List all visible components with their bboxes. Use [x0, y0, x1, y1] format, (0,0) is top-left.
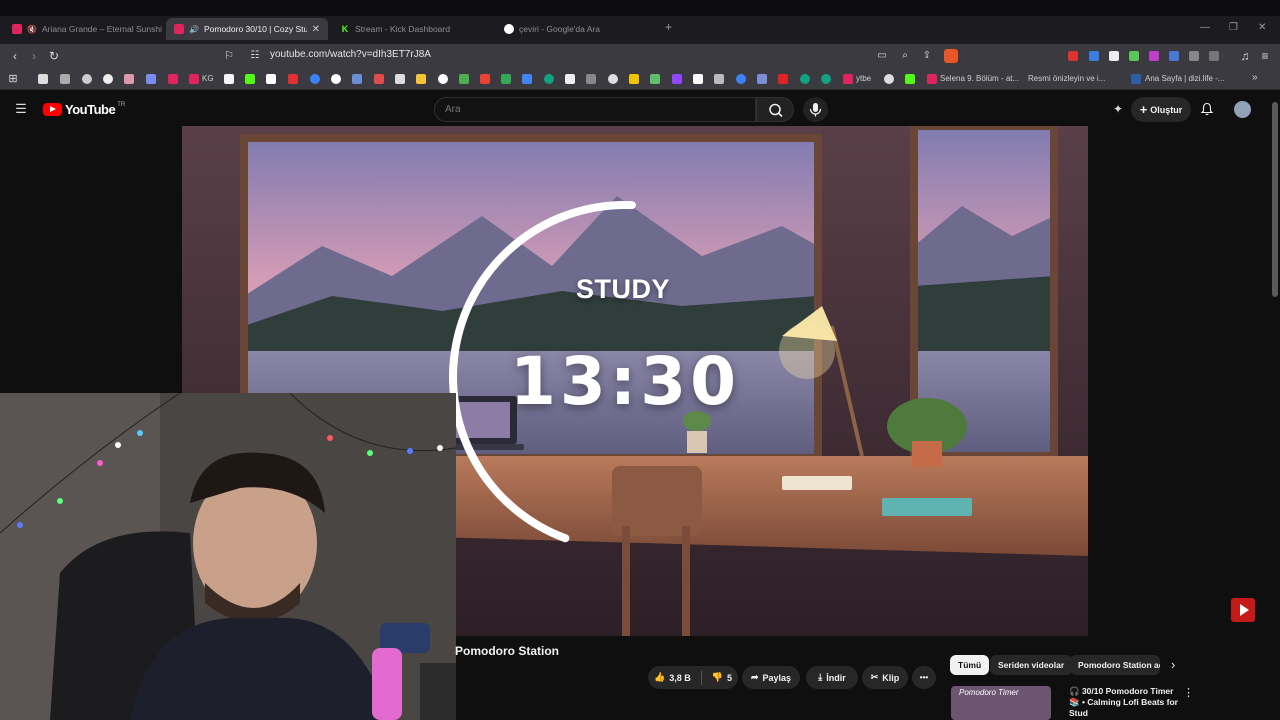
download-icon: ⤓: [818, 672, 823, 682]
like-button[interactable]: 👍 3,8 B: [654, 672, 691, 683]
recommendation-menu-icon[interactable]: ⋮: [1183, 686, 1194, 699]
recommendation-thumbnail[interactable]: Pomodoro Timer: [951, 686, 1051, 720]
more-actions-button[interactable]: •••: [912, 666, 936, 689]
webcam-feed-image: [0, 393, 456, 720]
chip-all[interactable]: Tümü: [950, 655, 990, 675]
page-scrollbar[interactable]: [1270, 92, 1280, 720]
timer-countdown: 13:30: [509, 343, 741, 420]
webcam-overlay: [0, 393, 456, 720]
thumbnail-text: Pomodoro Timer: [959, 688, 1019, 697]
thumbs-down-icon: 👎: [711, 672, 723, 682]
chip-series-videos[interactable]: Seriden videolar: [990, 655, 1073, 675]
recommendation-title[interactable]: 🎧 30/10 Pomodoro Timer 📚 • Calming Lofi …: [1069, 686, 1179, 719]
clip-label: Klip: [882, 672, 900, 683]
scissors-icon: ✂: [870, 672, 879, 682]
like-count: 3,8 B: [669, 672, 691, 683]
divider: [700, 670, 702, 685]
download-button[interactable]: ⤓ İndir: [806, 666, 858, 689]
thumbs-up-icon: 👍: [654, 672, 666, 682]
chevron-right-icon[interactable]: ›: [1171, 657, 1175, 672]
timer-mode-label: STUDY: [575, 274, 670, 304]
download-label: İndir: [826, 672, 846, 683]
like-dislike-group: 👍 3,8 B 👎 5: [648, 666, 738, 689]
channel-watermark-icon[interactable]: [1231, 598, 1255, 622]
chip-channel-videos[interactable]: Pomodoro Station adl: [1070, 655, 1160, 675]
share-button[interactable]: ➦ Paylaş: [742, 666, 800, 689]
share-label: Paylaş: [762, 672, 792, 683]
dislike-count: 5: [726, 672, 732, 683]
clip-button[interactable]: ✂ Klip: [862, 666, 908, 689]
dislike-button[interactable]: 👎 5: [712, 672, 732, 683]
scrollbar-thumb[interactable]: [1272, 102, 1278, 297]
channel-name[interactable]: Pomodoro Station: [455, 644, 559, 658]
share-arrow-icon: ➦: [750, 672, 759, 682]
